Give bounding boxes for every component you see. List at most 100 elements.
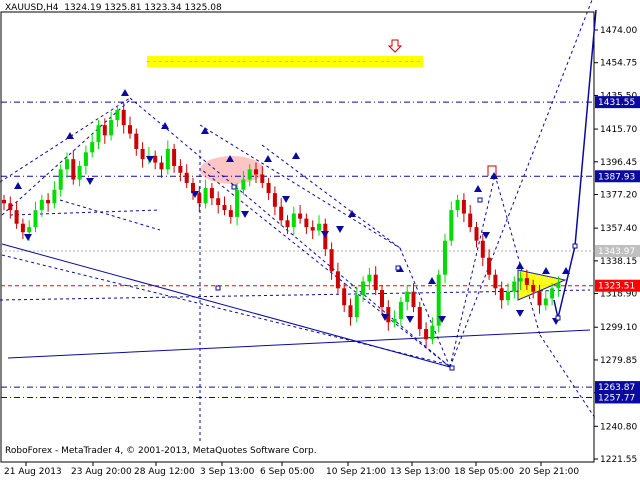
candle-body [2, 199, 6, 204]
candle-body [380, 290, 384, 307]
candle-body [493, 274, 498, 289]
x-tick-label: 10 Sep 21:00 [326, 467, 386, 477]
level-label: 1257.77 [598, 393, 635, 403]
y-tick-label: 1221.55 [600, 455, 637, 465]
candle-body [392, 318, 397, 323]
x-tick-label: 23 Aug 20:00 [71, 467, 132, 477]
candle-body [58, 169, 63, 190]
candle-body [33, 210, 38, 228]
trend-line [9, 209, 161, 216]
price-chart[interactable]: 1474.001454.751435.501415.701396.451377.… [0, 0, 640, 480]
candle-body [140, 148, 145, 160]
trend-line [129, 97, 451, 368]
candle-body [247, 169, 252, 180]
plot-frame [0, 11, 595, 463]
level-label: 1387.93 [598, 172, 635, 182]
y-tick-label: 1299.10 [600, 323, 637, 333]
candle-body [424, 329, 429, 340]
candle-body [165, 148, 170, 170]
candle-body [335, 271, 340, 289]
y-tick-label: 1377.20 [600, 190, 637, 200]
trend-line [0, 97, 131, 183]
candle-body [398, 301, 403, 319]
candle-body [329, 249, 334, 272]
trend-line [201, 169, 451, 368]
candle-body [228, 210, 233, 217]
level-label: 1431.55 [598, 98, 635, 108]
candle-body [102, 125, 107, 136]
candle-body [197, 193, 202, 204]
y-tick-label: 1279.85 [600, 356, 637, 366]
candle-body [543, 298, 548, 306]
candle-body [518, 278, 523, 282]
fractal-up-icon [201, 127, 209, 134]
candle-body [52, 189, 57, 204]
candle-body [480, 240, 485, 258]
trend-line [539, 334, 596, 419]
candle-body [8, 203, 13, 211]
candle-body [71, 159, 76, 180]
candle-body [348, 305, 353, 318]
fractal-down-icon [282, 196, 290, 203]
candle-body [39, 199, 44, 211]
x-tick-label: 3 Sep 13:00 [200, 467, 255, 477]
candle-body [405, 291, 410, 302]
candle-body [291, 213, 296, 228]
candle-body [90, 142, 95, 153]
candle-body [531, 284, 536, 292]
candle-body [134, 133, 139, 149]
candle-body [298, 213, 303, 219]
fractal-up-icon [542, 267, 550, 274]
candle-body [443, 240, 447, 275]
candle-body [279, 206, 284, 221]
candle-body [83, 152, 88, 166]
y-tick-label: 1474.00 [600, 26, 637, 36]
candle-body [474, 227, 479, 241]
candle-body [260, 174, 265, 183]
candle-body [115, 109, 120, 121]
x-tick-label: 13 Sep 13:00 [390, 467, 450, 477]
trend-line [59, 199, 161, 231]
level-label: 1323.51 [598, 282, 635, 292]
y-tick-label: 1396.45 [600, 158, 637, 168]
forecast-path [553, 9, 597, 319]
candle-body [550, 288, 555, 299]
trend-line [199, 124, 401, 249]
candle-body [254, 169, 258, 175]
candle-body [367, 274, 372, 282]
candle-body [556, 283, 561, 289]
copyright-text: RoboForex - MetaTrader 4, © 2001-2013, M… [5, 446, 317, 456]
candle-body [178, 165, 183, 173]
candle-body [159, 162, 164, 170]
candle-body [285, 220, 290, 228]
y-tick-label: 1454.75 [600, 59, 637, 69]
candle-body [449, 210, 454, 241]
candle-body [455, 199, 460, 211]
candle-body [310, 227, 315, 231]
candle-body [109, 120, 114, 136]
fractal-down-icon [146, 156, 154, 163]
y-tick-label: 1415.70 [600, 125, 637, 135]
candle-body [121, 109, 126, 126]
candle-body [354, 295, 359, 318]
fractal-down-icon [24, 234, 32, 241]
candle-body [27, 227, 32, 233]
candle-body [128, 125, 132, 134]
candle-body [411, 291, 416, 307]
y-tick-label: 1357.40 [600, 224, 637, 234]
candle-body [512, 281, 517, 292]
candle-body [524, 278, 529, 285]
level-label: 1343.97 [598, 247, 635, 257]
forecast-node [395, 265, 401, 271]
y-tick-label: 1338.15 [600, 257, 637, 267]
forecast-node [215, 285, 221, 291]
candle-body [46, 199, 51, 204]
fractal-up-icon [428, 277, 436, 284]
fractal-down-icon [336, 226, 344, 233]
candle-body [417, 306, 422, 330]
candle-body [209, 188, 214, 199]
y-tick-label: 1240.80 [600, 422, 637, 432]
candle-body [317, 223, 321, 231]
candle-body [272, 193, 277, 207]
down-arrow-icon [387, 39, 403, 53]
